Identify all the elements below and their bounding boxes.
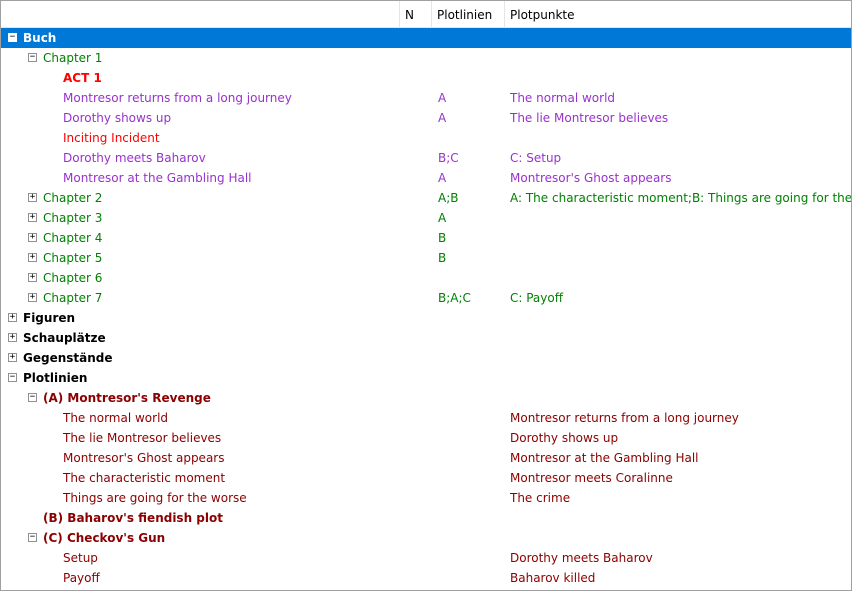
collapse-icon[interactable]: − xyxy=(28,53,37,62)
tree-row[interactable]: + Chapter 4 B xyxy=(1,228,851,248)
plotpunkte-cell: Baharov killed xyxy=(510,571,596,585)
plotlinien-cell: A xyxy=(438,171,447,185)
plotlinien-cell: A xyxy=(438,111,447,125)
row-label: The lie Montresor believes xyxy=(63,431,222,445)
tree-row[interactable]: + Chapter 6 xyxy=(1,268,851,288)
row-label: Dorothy meets Baharov xyxy=(63,151,206,165)
row-label: Gegenstände xyxy=(23,351,113,365)
row-label: Figuren xyxy=(23,311,76,325)
row-label: Montresor at the Gambling Hall xyxy=(63,171,252,185)
expand-icon[interactable]: + xyxy=(8,313,17,322)
column-header-n[interactable]: N xyxy=(399,1,431,27)
expand-icon[interactable]: + xyxy=(28,273,37,282)
row-label: Dorothy shows up xyxy=(63,111,172,125)
tree-row[interactable]: Montresor returns from a long journey A Th… xyxy=(1,88,851,108)
plotpunkte-cell: Montresor's Ghost appears xyxy=(510,171,672,185)
plotlinien-cell: A xyxy=(438,91,447,105)
row-label: Chapter 3 xyxy=(43,211,103,225)
row-label: (C) Checkov's Gun xyxy=(43,531,166,545)
row-label: Plotlinien xyxy=(23,371,88,385)
column-header-plotlinien[interactable]: Plotlinien xyxy=(431,1,504,27)
tree-row[interactable]: Things are going for the worse The crime xyxy=(1,488,851,508)
tree-row[interactable]: (B) Baharov's fiendish plot xyxy=(1,508,851,528)
tree-row[interactable]: + Schauplätze xyxy=(1,328,851,348)
row-label: The characteristic moment xyxy=(63,471,226,485)
tree-row[interactable]: − Plotlinien xyxy=(1,368,851,388)
tree-row[interactable]: The lie Montresor believes Dorothy shows … xyxy=(1,428,851,448)
plotpunkte-cell: Dorothy shows up xyxy=(510,431,619,445)
tree-row[interactable]: Dorothy meets Baharov B;C C: Setup xyxy=(1,148,851,168)
tree-row[interactable]: + Chapter 3 A xyxy=(1,208,851,228)
tree-row[interactable]: Dorothy shows up A The lie Montresor belie… xyxy=(1,108,851,128)
tree-row[interactable]: The characteristic moment Montresor meets… xyxy=(1,468,851,488)
tree-row[interactable]: − Buch xyxy=(1,28,851,48)
tree-row[interactable]: The normal world Montresor returns from a… xyxy=(1,408,851,428)
tree-list-view: N Plotlinien Plotpunkte − Buch − Chapter 1A… xyxy=(0,0,852,591)
plotpunkte-cell: The crime xyxy=(510,491,571,505)
collapse-icon[interactable]: − xyxy=(28,533,37,542)
tree-row[interactable]: Montresor's Ghost appears Montresor at th… xyxy=(1,448,851,468)
row-label: (A) Montresor's Revenge xyxy=(43,391,211,405)
plotpunkte-cell: A: The characteristic moment;B: Things a… xyxy=(510,191,852,205)
plotpunkte-cell: Montresor returns from a long journey xyxy=(510,411,739,425)
tree-rows: − Buch − Chapter 1 ACT 1 Montresor returns fr… xyxy=(1,28,851,588)
row-label: Buch xyxy=(23,31,57,45)
row-label: Schauplätze xyxy=(23,331,106,345)
row-label: Things are going for the worse xyxy=(63,491,247,505)
tree-row[interactable]: Payoff Baharov killed xyxy=(1,568,851,588)
expand-icon[interactable]: + xyxy=(28,253,37,262)
row-label: Chapter 2 xyxy=(43,191,103,205)
tree-row[interactable]: + Gegenstände xyxy=(1,348,851,368)
row-label: The normal world xyxy=(63,411,169,425)
plotlinien-cell: B;C xyxy=(438,151,459,165)
tree-row[interactable]: + Chapter 7 B;A;C C: Payoff xyxy=(1,288,851,308)
column-header-name[interactable] xyxy=(1,1,399,27)
row-label: Chapter 6 xyxy=(43,271,103,285)
plotpunkte-cell: The normal world xyxy=(510,91,616,105)
plotlinien-cell: B xyxy=(438,251,447,265)
row-label: Chapter 1 xyxy=(43,51,103,65)
expand-icon[interactable]: + xyxy=(28,193,37,202)
plotlinien-cell: A;B xyxy=(438,191,459,205)
collapse-icon[interactable]: − xyxy=(8,33,17,42)
plotpunkte-cell: C: Payoff xyxy=(510,291,563,305)
plotpunkte-cell: Dorothy meets Baharov xyxy=(510,551,653,565)
column-header-plotpunkte[interactable]: Plotpunkte xyxy=(504,1,851,27)
tree-row[interactable]: Setup Dorothy meets Baharov xyxy=(1,548,851,568)
expand-icon[interactable]: + xyxy=(28,293,37,302)
expand-icon[interactable]: + xyxy=(28,233,37,242)
tree-row[interactable]: Inciting Incident xyxy=(1,128,851,148)
row-label: Montresor returns from a long journey xyxy=(63,91,292,105)
expand-icon[interactable]: + xyxy=(28,213,37,222)
plotlinien-cell: A xyxy=(438,211,447,225)
tree-row[interactable]: − Chapter 1 xyxy=(1,48,851,68)
collapse-icon[interactable]: − xyxy=(8,373,17,382)
row-label: Setup xyxy=(63,551,98,565)
expand-icon[interactable]: + xyxy=(8,353,17,362)
row-label: Payoff xyxy=(63,571,100,585)
plotpunkte-cell: C: Setup xyxy=(510,151,562,165)
column-header: N Plotlinien Plotpunkte xyxy=(1,1,851,28)
collapse-icon[interactable]: − xyxy=(28,393,37,402)
plotpunkte-cell: Montresor meets Coralinne xyxy=(510,471,673,485)
tree-row[interactable]: + Chapter 5 B xyxy=(1,248,851,268)
row-label: Chapter 4 xyxy=(43,231,103,245)
tree-row[interactable]: − (A) Montresor's Revenge xyxy=(1,388,851,408)
tree-row[interactable]: + Chapter 2 A;B A: The characteristic momen… xyxy=(1,188,851,208)
row-label: ACT 1 xyxy=(63,71,102,85)
plotlinien-cell: B;A;C xyxy=(438,291,471,305)
plotpunkte-cell: Montresor at the Gambling Hall xyxy=(510,451,699,465)
tree-row[interactable]: + Figuren xyxy=(1,308,851,328)
row-label: Montresor's Ghost appears xyxy=(63,451,225,465)
plotlinien-cell: B xyxy=(438,231,447,245)
tree-row[interactable]: Montresor at the Gambling Hall A Montresor… xyxy=(1,168,851,188)
expand-icon[interactable]: + xyxy=(8,333,17,342)
row-label: Inciting Incident xyxy=(63,131,160,145)
tree-row[interactable]: − (C) Checkov's Gun xyxy=(1,528,851,548)
tree-row[interactable]: ACT 1 xyxy=(1,68,851,88)
row-label: (B) Baharov's fiendish plot xyxy=(43,511,223,525)
plotpunkte-cell: The lie Montresor believes xyxy=(510,111,669,125)
row-label: Chapter 5 xyxy=(43,251,103,265)
row-label: Chapter 7 xyxy=(43,291,103,305)
